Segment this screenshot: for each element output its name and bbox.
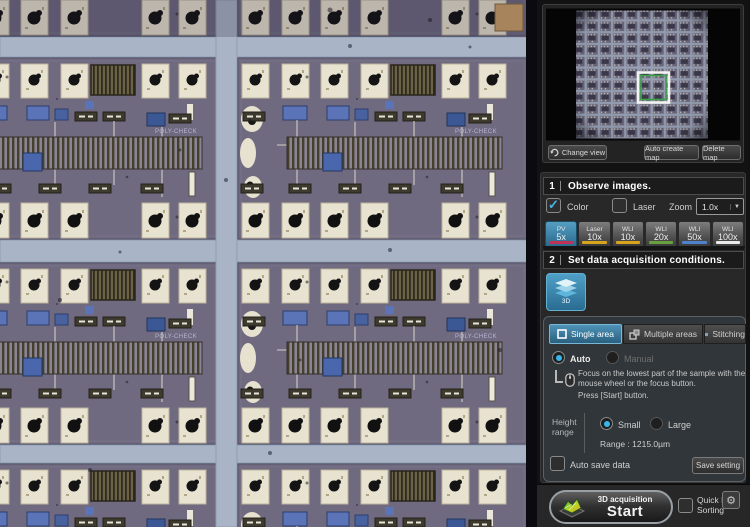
mode-3d-button[interactable]: 3D <box>546 273 586 311</box>
stitching-grid-icon <box>705 329 708 340</box>
tab-multiple-areas[interactable]: Multiple areas <box>623 324 703 344</box>
auto-radio[interactable] <box>552 351 565 364</box>
lens-button-wli-20x[interactable]: WLI 20x <box>645 221 677 247</box>
laser-checkbox[interactable]: ✓ <box>612 198 627 213</box>
multiple-areas-icon <box>629 329 640 340</box>
single-area-icon <box>557 329 567 339</box>
press-start-instruction: Press [Start] button. <box>578 391 746 401</box>
lens-button-wli-50x[interactable]: WLI 50x <box>678 221 710 247</box>
change-view-label: Change view <box>562 148 605 157</box>
tab-stitching[interactable]: Stitching <box>704 324 746 344</box>
quick-data-sorting-checkbox[interactable]: ✓ <box>678 498 693 513</box>
control-sidebar: Change view Auto create map Delete map 1… <box>537 0 750 527</box>
tab-single-area[interactable]: Single area <box>549 324 622 344</box>
auto-label: Auto <box>570 354 591 364</box>
auto-create-map-button[interactable]: Auto create map <box>644 145 699 160</box>
manual-label: Manual <box>624 354 654 364</box>
chevron-down-icon: ▼ <box>730 204 743 210</box>
height-range-label: Height range <box>552 417 582 437</box>
settings-panel: 1 Observe images. ✓ Color ✓ Laser Zoom 1… <box>540 172 746 483</box>
auto-save-checkbox[interactable]: ✓ <box>550 456 565 471</box>
height-large-label: Large <box>668 420 691 430</box>
wafer-map-view[interactable] <box>546 8 740 141</box>
mouse-icon <box>565 373 575 387</box>
height-large-radio[interactable] <box>650 417 663 430</box>
gear-icon: ⚙ <box>726 494 736 507</box>
auto-save-label: Auto save data <box>570 460 630 470</box>
divider <box>584 413 585 453</box>
save-setting-button[interactable]: Save setting <box>692 457 744 474</box>
change-view-button[interactable]: Change view <box>548 145 607 160</box>
color-checkbox[interactable]: ✓ <box>546 198 561 213</box>
laser-label: Laser <box>633 202 656 212</box>
mode-3d-label: 3D <box>562 298 570 305</box>
check-icon: ✓ <box>548 198 559 211</box>
delete-map-button[interactable]: Delete map <box>702 145 741 160</box>
manual-radio[interactable] <box>606 351 619 364</box>
zoom-dropdown[interactable]: 1.0x ▼ <box>696 198 744 215</box>
zoom-value: 1.0x <box>697 202 730 212</box>
action-bar: 3D acquisition Start ✓ Quick Data Sortin… <box>537 484 750 527</box>
lens-selector-bar: PV 5x Laser 10x WLI 10x WLI 20x <box>545 221 744 247</box>
lens-button-wli-100x[interactable]: WLI 100x <box>712 221 744 247</box>
area-mode-tabs: Single area Multiple areas <box>549 324 746 344</box>
microscope-live-view[interactable]: POLY-CHECK <box>0 0 537 527</box>
step-number: 1 <box>544 181 560 192</box>
lens-button-laser-10x[interactable]: Laser 10x <box>578 221 610 247</box>
height-small-label: Small <box>618 420 641 430</box>
connector-line <box>555 370 563 383</box>
step-number: 2 <box>544 255 560 266</box>
application-window: POLY-CHECK <box>0 0 750 527</box>
height-range-value: Range : 1215.0µm <box>600 439 670 449</box>
start-label: Start <box>585 504 665 520</box>
lens-button-wli-10x[interactable]: WLI 10x <box>612 221 644 247</box>
height-small-radio[interactable] <box>600 417 613 430</box>
settings-gear-button[interactable]: ⚙ <box>722 491 740 509</box>
wafer-die-image: POLY-CHECK <box>0 0 537 527</box>
acquisition-section-header: 2 Set data acquisition conditions. <box>543 251 744 269</box>
lens-button-pv-5x[interactable]: PV 5x <box>545 221 577 247</box>
zoom-label: Zoom <box>669 202 692 212</box>
start-acquisition-button[interactable]: 3D acquisition Start <box>549 490 673 524</box>
acquisition-section-title: Set data acquisition conditions. <box>568 255 725 266</box>
change-view-icon <box>550 148 559 157</box>
navigation-map-panel: Change view Auto create map Delete map <box>542 4 744 163</box>
observe-section-title: Observe images. <box>568 181 651 192</box>
surface-3d-icon <box>559 496 585 518</box>
layers-3d-icon <box>551 279 581 297</box>
observe-section-header: 1 Observe images. <box>543 177 744 195</box>
focus-instruction: Focus on the lowest part of the sample w… <box>578 369 746 389</box>
color-label: Color <box>567 202 589 212</box>
area-settings-panel: Single area Multiple areas <box>543 316 746 482</box>
